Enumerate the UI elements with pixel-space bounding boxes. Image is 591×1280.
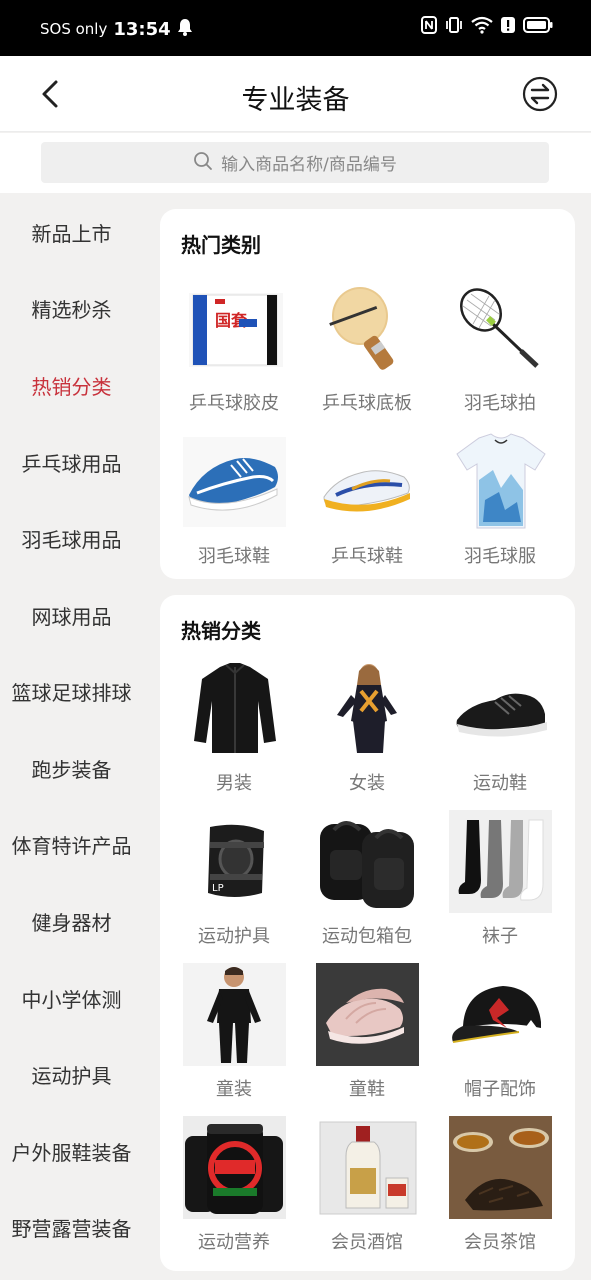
battery-icon xyxy=(523,16,553,38)
sidebar-item-protective-gear[interactable]: 运动护具 xyxy=(0,1044,143,1104)
category-tile[interactable]: 童鞋 xyxy=(293,963,426,1113)
badminton-shoe-image xyxy=(183,430,286,533)
category-label: 袜子 xyxy=(482,926,518,947)
sidebar-item-ball-sports[interactable]: 篮球足球排球 xyxy=(0,661,143,721)
sidebar-item-outdoor[interactable]: 户外服鞋装备 xyxy=(0,1121,143,1181)
table-tennis-shoe-image xyxy=(316,430,419,533)
clock: 13:54 xyxy=(113,18,171,40)
category-label: 羽毛球拍 xyxy=(464,393,536,414)
category-tile[interactable]: 运动营养 xyxy=(160,1116,293,1266)
category-label: 帽子配饰 xyxy=(464,1079,536,1100)
status-bar: SOS only 13:54 xyxy=(0,0,591,56)
sidebar-item-hot-sales[interactable]: 热销分类 xyxy=(0,355,143,415)
category-label: 羽毛球鞋 xyxy=(198,546,270,567)
category-sidebar: 新品上市 精选秒杀 热销分类 乒乓球用品 羽毛球用品 网球用品 篮球足球排球 跑… xyxy=(0,194,143,1280)
category-tile[interactable]: 乒乓球鞋 xyxy=(293,430,426,580)
category-tile[interactable]: 运动包箱包 xyxy=(293,810,426,960)
sidebar-item-tennis[interactable]: 网球用品 xyxy=(0,585,143,645)
category-tile[interactable]: 会员茶馆 xyxy=(426,1116,559,1266)
hot-categories-title: 热门类别 xyxy=(181,233,261,257)
sidebar-item-licensed[interactable]: 体育特许产品 xyxy=(0,814,143,874)
category-tile[interactable]: 女装 xyxy=(293,657,426,807)
category-tile[interactable]: LP 运动护具 xyxy=(160,810,293,960)
socks-image xyxy=(449,810,552,913)
hot-sales-card: 热销分类 男装 女装 运动鞋 LP 运动护具 运动包箱包 袜子 童装 童鞋 帽子… xyxy=(160,595,575,1271)
top-nav-bar: 专业装备 xyxy=(0,56,591,132)
search-placeholder: 输入商品名称/商品编号 xyxy=(221,155,397,175)
category-label: 童装 xyxy=(216,1079,252,1100)
category-tile[interactable]: 男装 xyxy=(160,657,293,807)
category-label: 运动护具 xyxy=(198,926,270,947)
status-right xyxy=(421,16,553,38)
svg-text:LP: LP xyxy=(212,883,224,894)
bell-icon xyxy=(177,18,193,40)
category-label: 女装 xyxy=(349,773,385,794)
sidebar-item-school-test[interactable]: 中小学体测 xyxy=(0,968,143,1028)
category-label: 乒乓球鞋 xyxy=(331,546,403,567)
badminton-racket-image xyxy=(449,277,552,380)
switch-button[interactable] xyxy=(522,76,558,112)
sidebar-item-new-arrivals[interactable]: 新品上市 xyxy=(0,202,143,262)
vibrate-icon xyxy=(445,16,463,38)
sidebar-item-table-tennis[interactable]: 乒乓球用品 xyxy=(0,432,143,492)
sidebar-item-fitness[interactable]: 健身器材 xyxy=(0,891,143,951)
jacket-image xyxy=(183,657,286,760)
knee-brace-image: LP xyxy=(183,810,286,913)
wifi-icon xyxy=(471,16,493,38)
category-tile[interactable]: 运动鞋 xyxy=(426,657,559,807)
category-tile[interactable]: 乒乓球底板 xyxy=(293,277,426,427)
protein-tub-image xyxy=(183,1116,286,1219)
category-label: 童鞋 xyxy=(349,1079,385,1100)
cap-image xyxy=(449,963,552,1066)
hot-sales-title: 热销分类 xyxy=(181,619,261,643)
hot-categories-card: 热门类别 国套 乒乓球胶皮 乒乓球底板 羽毛球拍 羽毛球鞋 乒乓球鞋 羽毛球服 xyxy=(160,209,575,579)
category-tile[interactable]: 羽毛球鞋 xyxy=(160,430,293,580)
sidebar-item-running[interactable]: 跑步装备 xyxy=(0,738,143,798)
category-label: 乒乓球底板 xyxy=(322,393,412,414)
carrier-text: SOS only xyxy=(40,20,108,38)
category-label: 男装 xyxy=(216,773,252,794)
search-input[interactable]: 输入商品名称/商品编号 xyxy=(41,142,549,183)
sidebar-item-flash-sale[interactable]: 精选秒杀 xyxy=(0,278,143,338)
badminton-shirt-image xyxy=(449,430,552,533)
womens-wear-image xyxy=(316,657,419,760)
sneaker-image xyxy=(449,657,552,760)
sidebar-item-camping[interactable]: 野营露营装备 xyxy=(0,1197,143,1257)
tea-cups-image xyxy=(449,1116,552,1219)
category-tile[interactable]: 袜子 xyxy=(426,810,559,960)
rubber-sheet-image: 国套 xyxy=(183,277,286,380)
swap-arrows-icon xyxy=(522,76,558,116)
category-label: 运动营养 xyxy=(198,1232,270,1253)
category-tile[interactable]: 童装 xyxy=(160,963,293,1113)
liquor-bottle-image xyxy=(316,1116,419,1219)
category-tile[interactable]: 羽毛球服 xyxy=(426,430,559,580)
category-tile[interactable]: 会员酒馆 xyxy=(293,1116,426,1266)
paddle-blade-image xyxy=(316,277,419,380)
category-label: 会员茶馆 xyxy=(464,1232,536,1253)
alert-icon xyxy=(501,16,515,38)
category-tile[interactable]: 国套 乒乓球胶皮 xyxy=(160,277,293,427)
category-label: 运动鞋 xyxy=(473,773,527,794)
kids-wear-image xyxy=(183,963,286,1066)
search-icon xyxy=(193,151,213,175)
status-left: SOS only 13:54 xyxy=(40,18,193,40)
category-tile[interactable]: 帽子配饰 xyxy=(426,963,559,1113)
category-label: 会员酒馆 xyxy=(331,1232,403,1253)
category-label: 运动包箱包 xyxy=(322,926,412,947)
category-label: 羽毛球服 xyxy=(464,546,536,567)
nfc-icon xyxy=(421,16,437,38)
page-title: 专业装备 xyxy=(241,85,350,116)
category-tile[interactable]: 羽毛球拍 xyxy=(426,277,559,427)
sidebar-item-badminton[interactable]: 羽毛球用品 xyxy=(0,508,143,568)
kids-shoe-image xyxy=(316,963,419,1066)
backpack-image xyxy=(316,810,419,913)
category-label: 乒乓球胶皮 xyxy=(189,393,279,414)
search-section: 输入商品名称/商品编号 xyxy=(0,133,591,193)
